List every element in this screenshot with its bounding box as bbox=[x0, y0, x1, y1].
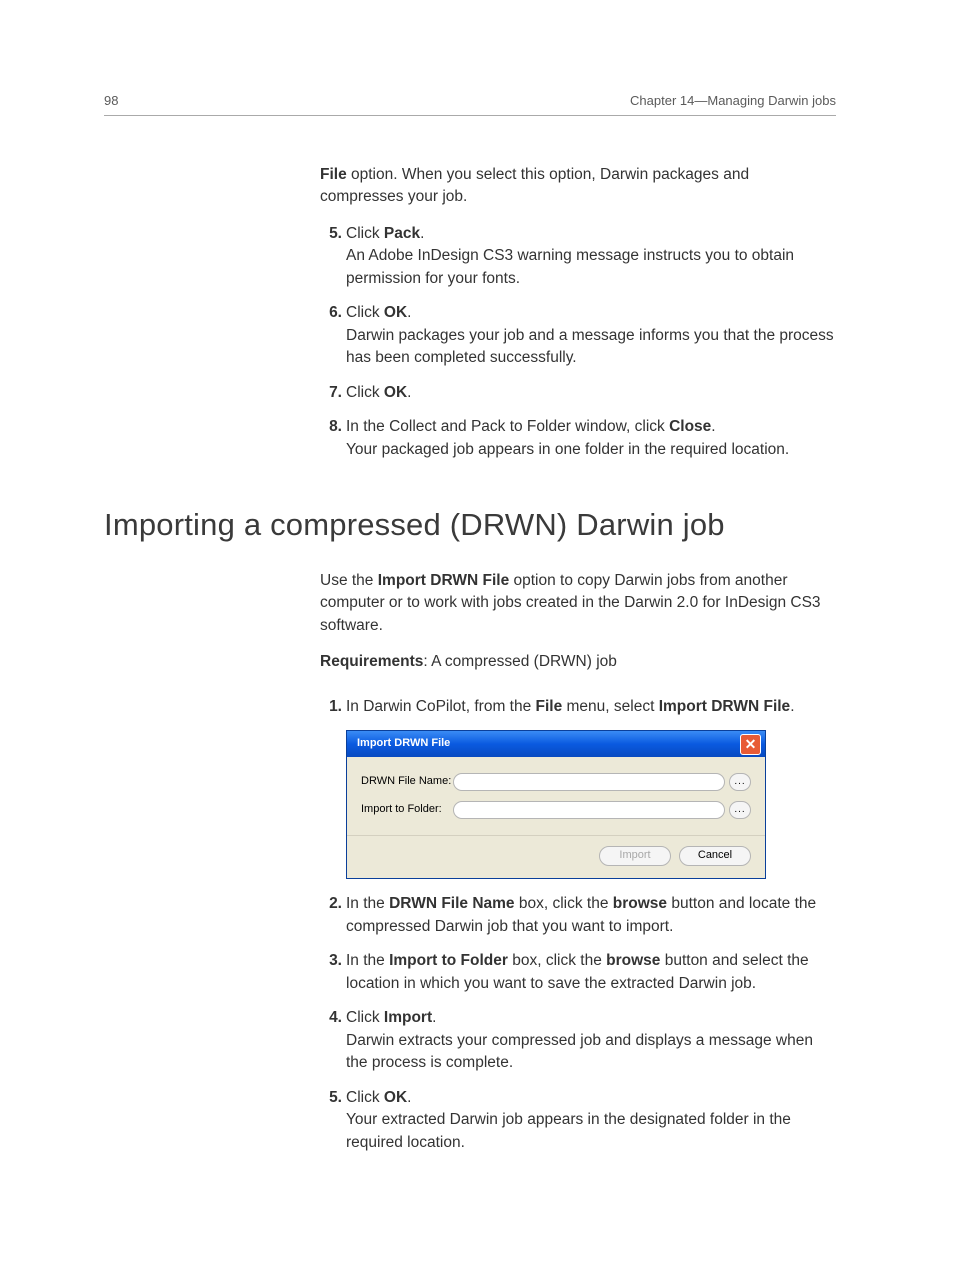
dialog-titlebar: Import DRWN File ✕ bbox=[347, 731, 765, 757]
section-heading: Importing a compressed (DRWN) Darwin job bbox=[104, 503, 836, 548]
chapter-label: Chapter 14—Managing Darwin jobs bbox=[630, 92, 836, 111]
step-number: 4. bbox=[320, 1007, 342, 1074]
file-option-bold: File bbox=[320, 166, 347, 183]
import-button[interactable]: Import bbox=[599, 846, 671, 866]
import-step-5: 5. Click OK. Your extracted Darwin job a… bbox=[320, 1087, 836, 1154]
step-6: 6. Click OK. Darwin packages your job an… bbox=[320, 302, 836, 369]
step-number: 5. bbox=[320, 223, 342, 290]
step-number: 7. bbox=[320, 382, 342, 404]
step-number: 8. bbox=[320, 416, 342, 461]
step-5: 5. Click Pack. An Adobe InDesign CS3 war… bbox=[320, 223, 836, 290]
section-body: Use the Import DRWN File option to copy … bbox=[320, 570, 836, 1154]
page-number: 98 bbox=[104, 92, 118, 111]
dialog-title: Import DRWN File bbox=[357, 736, 450, 752]
requirements-label: Requirements bbox=[320, 653, 423, 670]
import-folder-row: Import to Folder: ... bbox=[361, 801, 751, 819]
import-drwn-dialog: Import DRWN File ✕ DRWN File Name: ... I… bbox=[346, 730, 766, 879]
import-folder-input[interactable] bbox=[453, 801, 725, 819]
import-step-2: 2. In the DRWN File Name box, click the … bbox=[320, 893, 836, 938]
continuation-text: File option. When you select this option… bbox=[320, 164, 836, 209]
browse-filename-button[interactable]: ... bbox=[729, 773, 751, 791]
step-text: In Darwin CoPilot, from the File menu, s… bbox=[346, 696, 836, 718]
step-8: 8. In the Collect and Pack to Folder win… bbox=[320, 416, 836, 461]
page-header: 98 Chapter 14—Managing Darwin jobs bbox=[104, 92, 836, 116]
cancel-button[interactable]: Cancel bbox=[679, 846, 751, 866]
step-text: In the Collect and Pack to Folder window… bbox=[346, 416, 836, 461]
browse-folder-button[interactable]: ... bbox=[729, 801, 751, 819]
drwn-filename-input[interactable] bbox=[453, 773, 725, 791]
step-7: 7. Click OK. bbox=[320, 382, 836, 404]
continuation-rest: option. When you select this option, Dar… bbox=[320, 166, 749, 205]
import-step-4: 4. Click Import. Darwin extracts your co… bbox=[320, 1007, 836, 1074]
dialog-body: DRWN File Name: ... Import to Folder: ..… bbox=[347, 757, 765, 835]
dialog-screenshot: Import DRWN File ✕ DRWN File Name: ... I… bbox=[346, 730, 766, 879]
steps-list-top: 5. Click Pack. An Adobe InDesign CS3 war… bbox=[320, 223, 836, 461]
step-number: 3. bbox=[320, 950, 342, 995]
steps-list-import: 1. In Darwin CoPilot, from the File menu… bbox=[320, 696, 836, 718]
step-number: 1. bbox=[320, 696, 342, 718]
intro-paragraph: Use the Import DRWN File option to copy … bbox=[320, 570, 836, 637]
requirements-line: Requirements: A compressed (DRWN) job bbox=[320, 651, 836, 673]
drwn-filename-label: DRWN File Name: bbox=[361, 774, 453, 790]
step-text: Click Pack. An Adobe InDesign CS3 warnin… bbox=[346, 223, 836, 290]
import-step-1: 1. In Darwin CoPilot, from the File menu… bbox=[320, 696, 836, 718]
requirements-text: : A compressed (DRWN) job bbox=[423, 653, 617, 670]
import-folder-label: Import to Folder: bbox=[361, 802, 453, 818]
step-text: Click OK. Darwin packages your job and a… bbox=[346, 302, 836, 369]
step-number: 6. bbox=[320, 302, 342, 369]
import-step-3: 3. In the Import to Folder box, click th… bbox=[320, 950, 836, 995]
step-text: Click OK. bbox=[346, 382, 836, 404]
continuation-block: File option. When you select this option… bbox=[320, 164, 836, 461]
step-text: Click OK. Your extracted Darwin job appe… bbox=[346, 1087, 836, 1154]
step-text: Click Import. Darwin extracts your compr… bbox=[346, 1007, 836, 1074]
step-text: In the DRWN File Name box, click the bro… bbox=[346, 893, 836, 938]
document-page: 98 Chapter 14—Managing Darwin jobs File … bbox=[0, 0, 954, 1226]
step-number: 5. bbox=[320, 1087, 342, 1154]
steps-list-import-cont: 2. In the DRWN File Name box, click the … bbox=[320, 893, 836, 1154]
drwn-filename-row: DRWN File Name: ... bbox=[361, 773, 751, 791]
step-number: 2. bbox=[320, 893, 342, 938]
dialog-footer: Import Cancel bbox=[347, 835, 765, 878]
step-text: In the Import to Folder box, click the b… bbox=[346, 950, 836, 995]
close-icon[interactable]: ✕ bbox=[740, 734, 761, 755]
